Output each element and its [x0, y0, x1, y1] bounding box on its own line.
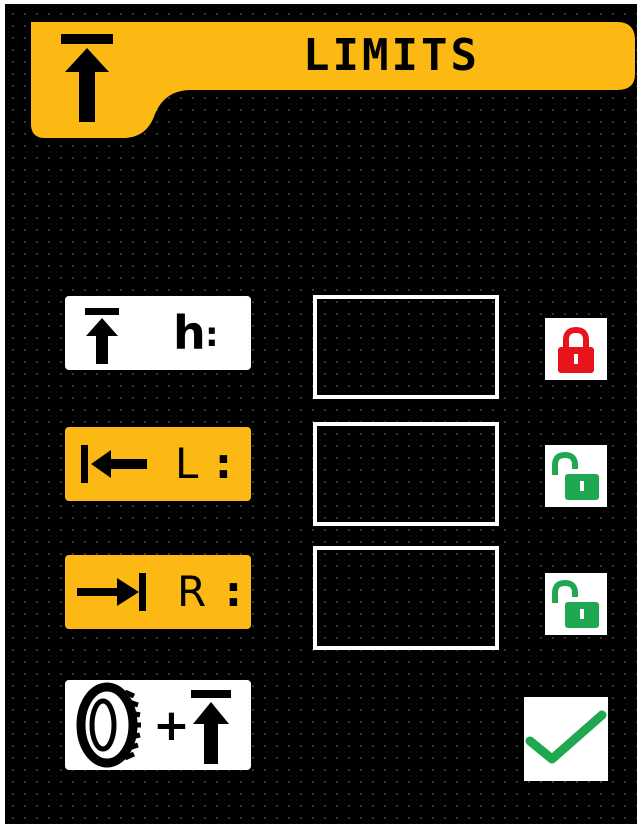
left-label-letter: L [175, 439, 199, 488]
left-lock-button[interactable] [545, 445, 607, 507]
left-label-colon: : [215, 439, 232, 488]
right-limit-label: R : [65, 555, 251, 629]
height-label-letter: h [173, 306, 206, 360]
left-limit-input[interactable] [313, 422, 499, 526]
plus-sign: + [153, 700, 190, 751]
right-label-colon: : [225, 567, 242, 616]
limits-screen: LIMITS h : L : R: + [5, 4, 637, 824]
page-title: LIMITS [303, 30, 480, 81]
height-label-colon: : [205, 315, 219, 355]
padlock-open-icon [552, 451, 599, 500]
header-banner: LIMITS [5, 4, 637, 144]
tyre-height-button[interactable]: + [65, 680, 251, 770]
padlock-open-icon [552, 579, 599, 628]
right-limit-input[interactable] [313, 546, 499, 650]
height-lock-button[interactable] [545, 318, 607, 380]
height-limit-label: h : [65, 296, 251, 370]
checkmark-icon [525, 710, 607, 764]
height-limit-input[interactable] [313, 295, 499, 399]
height-limit-icon [85, 308, 119, 364]
left-limit-label: L : [65, 427, 251, 501]
tyre-icon [76, 682, 141, 768]
height-limit-icon [191, 690, 231, 764]
right-lock-button[interactable] [545, 573, 607, 635]
right-limit-arrow-icon [77, 573, 146, 611]
right-label-letter: R [177, 567, 207, 616]
left-limit-arrow-icon [81, 445, 147, 483]
padlock-closed-icon [558, 326, 594, 373]
height-limit-icon [61, 34, 113, 122]
confirm-button[interactable] [524, 697, 608, 781]
